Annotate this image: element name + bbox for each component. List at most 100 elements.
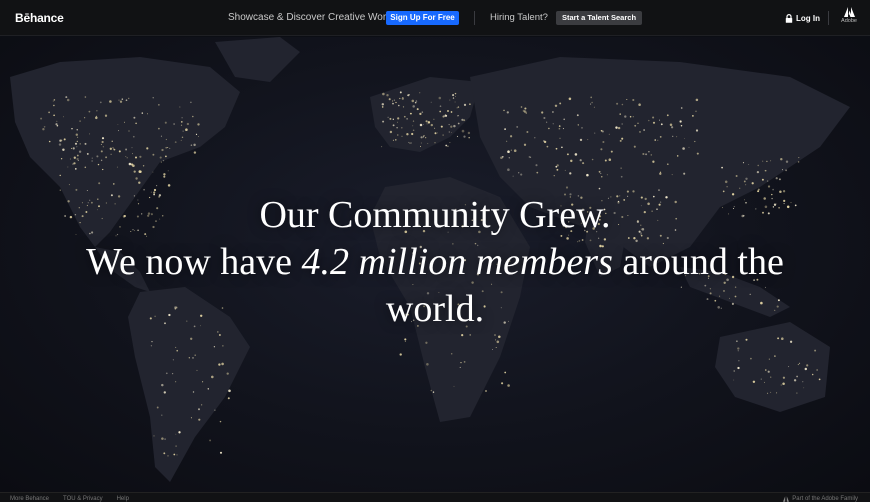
city-light-dot	[781, 169, 783, 171]
city-light-dot	[201, 404, 203, 406]
city-light-dot	[195, 133, 198, 136]
talent-search-button[interactable]: Start a Talent Search	[556, 11, 642, 25]
city-light-dot	[638, 103, 641, 106]
adobe-family-link[interactable]: Part of the Adobe Family	[783, 496, 858, 502]
city-light-dot	[180, 139, 182, 141]
city-light-dot	[654, 139, 656, 141]
city-light-dot	[780, 384, 782, 386]
behance-logo[interactable]: Bēhance	[15, 11, 64, 25]
city-light-dot	[404, 340, 406, 342]
city-light-dot	[594, 132, 596, 134]
city-light-dot	[105, 156, 108, 159]
city-light-dot	[186, 122, 190, 126]
city-light-dot	[71, 128, 73, 130]
city-light-dot	[161, 414, 163, 416]
city-light-dot	[58, 143, 62, 146]
city-light-dot	[586, 173, 589, 177]
footer-link[interactable]: More Behance	[10, 496, 49, 502]
city-light-dot	[412, 129, 415, 132]
city-light-dot	[620, 175, 623, 178]
city-light-dot	[83, 117, 86, 119]
city-light-dot	[133, 170, 136, 173]
city-light-dot	[468, 136, 470, 139]
city-light-dot	[695, 98, 699, 102]
city-light-dot	[463, 119, 466, 122]
city-light-dot	[425, 120, 428, 123]
city-light-dot	[411, 132, 414, 136]
city-light-dot	[576, 114, 579, 117]
city-light-dot	[610, 150, 613, 153]
city-light-dot	[450, 111, 453, 113]
city-light-dot	[683, 172, 686, 175]
city-light-dot	[566, 153, 569, 156]
city-light-dot	[416, 108, 419, 111]
city-light-dot	[171, 372, 174, 375]
city-light-dot	[156, 406, 159, 409]
city-light-dot	[520, 173, 523, 176]
city-light-dot	[796, 375, 798, 378]
city-light-dot	[40, 117, 43, 120]
city-light-dot	[433, 118, 435, 120]
city-light-dot	[535, 164, 538, 167]
city-light-dot	[516, 125, 519, 128]
city-light-dot	[419, 123, 423, 127]
city-light-dot	[118, 130, 119, 132]
city-light-dot	[91, 157, 93, 159]
city-light-dot	[568, 97, 572, 101]
city-light-dot	[460, 361, 462, 364]
tagline-link[interactable]: Showcase & Discover Creative Work	[228, 12, 391, 23]
city-light-dot	[450, 352, 453, 355]
adobe-link[interactable]: Adobe	[838, 7, 860, 24]
city-light-dot	[128, 162, 132, 166]
city-light-dot	[507, 384, 510, 387]
city-light-dot	[534, 137, 536, 139]
footer-link[interactable]: TOU & Privacy	[63, 496, 103, 502]
city-light-dot	[436, 132, 438, 134]
city-light-dot	[510, 149, 512, 151]
city-light-dot	[99, 101, 102, 104]
city-light-dot	[110, 153, 112, 155]
city-light-dot	[762, 160, 764, 162]
city-light-dot	[188, 357, 190, 359]
city-light-dot	[138, 170, 142, 173]
city-light-dot	[132, 135, 135, 138]
city-light-dot	[600, 129, 603, 132]
sign-up-button[interactable]: Sign Up For Free	[386, 11, 459, 25]
city-light-dot	[56, 120, 58, 122]
city-light-dot	[73, 162, 76, 165]
city-light-dot	[160, 135, 162, 137]
city-light-dot	[414, 101, 417, 104]
city-light-dot	[494, 334, 496, 336]
log-in-link[interactable]: Log In	[785, 12, 820, 24]
city-light-dot	[767, 370, 770, 373]
city-light-dot	[761, 178, 764, 181]
city-light-dot	[128, 130, 130, 132]
city-light-dot	[679, 120, 682, 123]
city-light-dot	[650, 154, 653, 156]
city-light-dot	[221, 362, 224, 366]
city-light-dot	[452, 94, 455, 97]
city-light-dot	[59, 174, 61, 177]
city-light-dot	[695, 129, 699, 132]
city-light-dot	[125, 148, 128, 151]
city-light-dot	[770, 376, 772, 378]
city-light-dot	[617, 126, 621, 130]
city-light-dot	[406, 118, 408, 120]
city-light-dot	[743, 180, 746, 183]
city-light-dot	[113, 148, 116, 151]
city-light-dot	[602, 140, 605, 144]
city-light-dot	[448, 131, 450, 133]
city-light-dot	[536, 171, 539, 174]
city-light-dot	[397, 134, 399, 136]
city-light-dot	[91, 160, 93, 162]
city-light-dot	[724, 180, 728, 184]
city-light-dot	[508, 157, 510, 159]
city-light-dot	[173, 123, 175, 125]
city-light-dot	[419, 92, 421, 94]
city-light-dot	[132, 153, 133, 155]
city-light-dot	[143, 188, 145, 191]
footer-link[interactable]: Help	[117, 496, 129, 502]
city-light-dot	[55, 123, 58, 126]
city-light-dot	[559, 102, 562, 105]
city-light-dot	[128, 97, 130, 100]
